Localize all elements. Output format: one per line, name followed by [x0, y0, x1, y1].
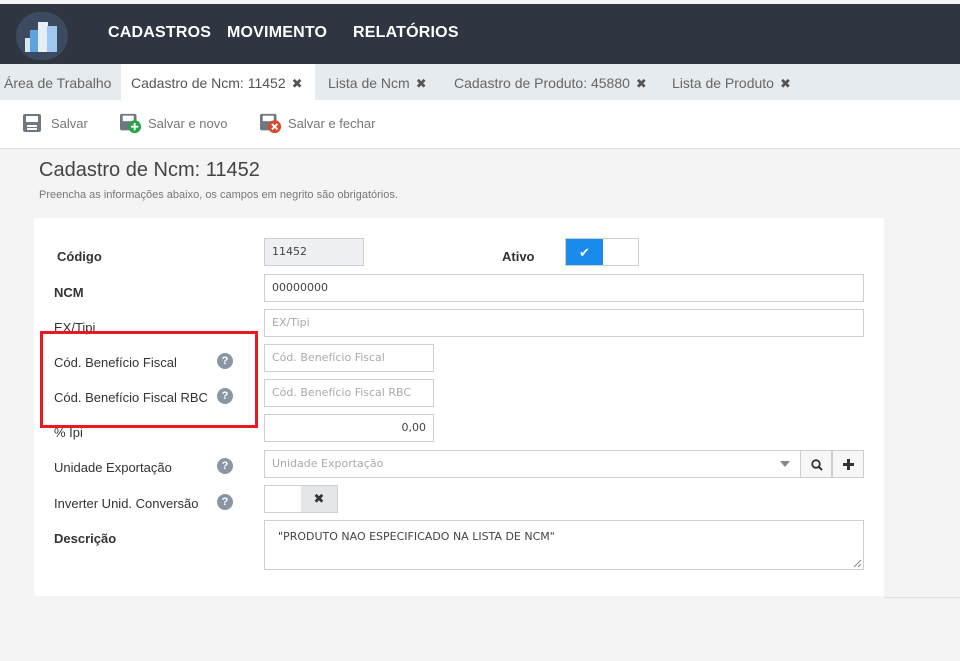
help-icon[interactable]: ? — [217, 458, 233, 474]
cod-beneficio-field[interactable]: Cód. Benefício Fiscal — [264, 344, 434, 372]
highlight-box — [40, 331, 258, 428]
tab-cadastro-produto[interactable]: Cadastro de Produto: 45880 ✖ — [454, 64, 647, 100]
save-close-icon — [260, 113, 282, 134]
check-icon: ✔ — [566, 239, 603, 265]
save-and-new-button[interactable]: Salvar e novo — [118, 112, 228, 136]
save-icon — [23, 114, 41, 132]
menu-relatorios[interactable]: RELATÓRIOS — [353, 24, 459, 42]
ex-tipi-field[interactable]: EX/Tipi — [264, 309, 864, 337]
tab-label: Cadastro de Produto: 45880 — [454, 75, 630, 91]
menu-movimento[interactable]: MOVIMENTO — [227, 24, 327, 42]
save-label: Salvar — [51, 116, 88, 131]
codigo-label: Código — [57, 249, 102, 264]
resize-handle-icon[interactable] — [853, 559, 862, 568]
tab-area-de-trabalho[interactable]: Área de Trabalho — [4, 64, 111, 100]
tab-label: Área de Trabalho — [4, 75, 112, 91]
ipi-field[interactable]: 0,00 — [264, 414, 434, 442]
tab-cadastro-ncm[interactable]: Cadastro de Ncm: 11452 ✖ — [121, 64, 315, 100]
search-button[interactable] — [800, 450, 832, 478]
tab-lista-ncm[interactable]: Lista de Ncm ✖ — [328, 64, 427, 100]
tab-lista-produto[interactable]: Lista de Produto ✖ — [672, 64, 791, 100]
help-icon[interactable]: ? — [217, 494, 233, 510]
tab-label: Lista de Ncm — [328, 75, 410, 91]
unidade-exportacao-label: Unidade Exportação — [54, 460, 172, 475]
save-and-close-button[interactable]: Salvar e fechar — [258, 112, 378, 136]
save-and-new-label: Salvar e novo — [148, 116, 228, 131]
menu-cadastros[interactable]: CADASTROS — [108, 24, 211, 42]
save-and-close-label: Salvar e fechar — [288, 116, 376, 131]
ncm-field[interactable]: 00000000 — [264, 274, 864, 302]
tab-label: Lista de Produto — [672, 75, 774, 91]
close-icon[interactable]: ✖ — [636, 76, 647, 91]
codigo-field: 11452 — [264, 238, 364, 266]
ativo-toggle[interactable]: ✔ — [565, 238, 639, 266]
plus-icon — [843, 459, 854, 470]
page-title: Cadastro de Ncm: 11452 — [39, 159, 260, 181]
search-icon — [811, 459, 823, 471]
page-subtitle: Preencha as informações abaixo, os campo… — [39, 189, 398, 201]
close-icon[interactable]: ✖ — [780, 76, 791, 91]
inverter-unid-label: Inverter Unid. Conversão — [54, 496, 199, 511]
cod-beneficio-rbc-field[interactable]: Cód. Benefício Fiscal RBC — [264, 379, 434, 407]
inverter-unid-toggle[interactable]: ✖ — [264, 485, 338, 513]
dropdown-arrow-icon[interactable] — [780, 461, 790, 467]
unidade-exportacao-select[interactable]: Unidade Exportação — [264, 450, 801, 478]
descricao-textarea[interactable]: "PRODUTO NAO ESPECIFICADO NA LISTA DE NC… — [264, 520, 864, 570]
tabs-bar: Área de Trabalho Cadastro de Ncm: 11452 ✖… — [0, 64, 960, 100]
toolbar: Salvar Salvar e novo Salvar e fechar — [0, 100, 960, 149]
top-navbar: CADASTROS MOVIMENTO RELATÓRIOS — [0, 4, 960, 64]
x-icon: ✖ — [301, 486, 337, 512]
close-icon[interactable]: ✖ — [292, 76, 303, 91]
tab-label: Cadastro de Ncm: 11452 — [131, 75, 286, 91]
close-icon[interactable]: ✖ — [416, 76, 427, 91]
descricao-label: Descrição — [54, 531, 117, 546]
app-logo-icon[interactable] — [16, 12, 68, 60]
ativo-label: Ativo — [502, 249, 535, 264]
save-new-icon — [120, 113, 142, 134]
ncm-label: NCM — [54, 285, 84, 300]
save-button[interactable]: Salvar — [22, 112, 92, 136]
divider — [884, 597, 960, 598]
add-button[interactable] — [832, 450, 864, 478]
